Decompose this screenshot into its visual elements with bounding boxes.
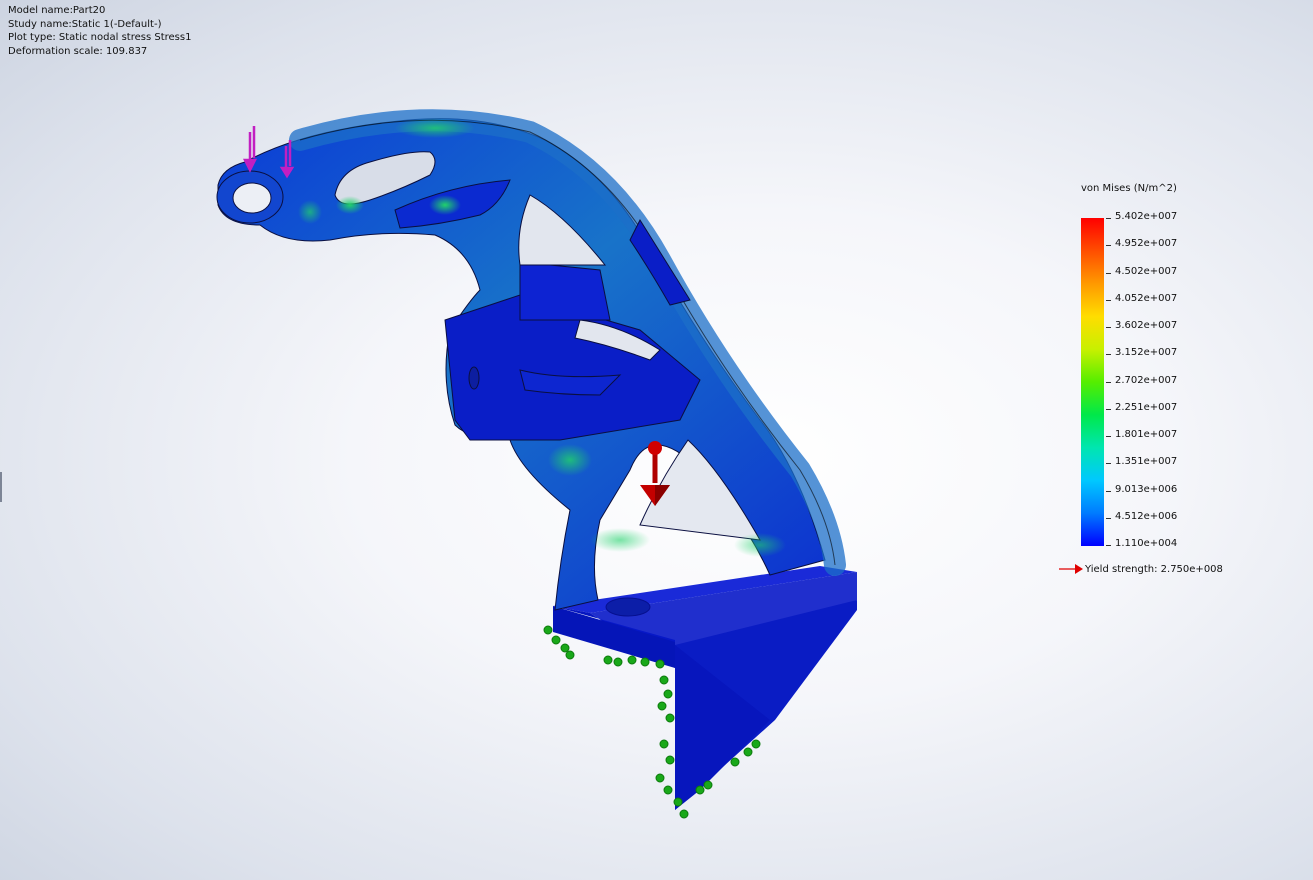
legend-tick	[1106, 354, 1111, 355]
legend-tick	[1106, 218, 1111, 219]
legend-tick	[1106, 409, 1111, 410]
legend-tick	[1106, 491, 1111, 492]
legend-tick-label: 2.251e+007	[1115, 402, 1178, 413]
legend-tick	[1106, 382, 1111, 383]
legend-tick-label: 9.013e+006	[1115, 484, 1178, 495]
stress-color-scale	[1081, 218, 1104, 546]
legend-tick-label: 4.502e+007	[1115, 266, 1178, 277]
yield-strength-indicator: Yield strength: 2.750e+008	[1059, 563, 1223, 575]
legend-tick-label: 4.952e+007	[1115, 238, 1178, 249]
legend-tick	[1106, 463, 1111, 464]
legend-tick	[1106, 436, 1111, 437]
mounting-eye	[216, 170, 284, 224]
legend-tick	[1106, 545, 1111, 546]
legend-tick-label: 3.602e+007	[1115, 320, 1178, 331]
bracket-body	[217, 109, 846, 611]
legend-tick-label: 4.512e+006	[1115, 511, 1178, 522]
legend-tick-label: 5.402e+007	[1115, 211, 1178, 222]
legend-tick	[1106, 273, 1111, 274]
yield-strength-label: Yield strength: 2.750e+008	[1085, 563, 1223, 575]
base-plate	[553, 566, 857, 810]
legend-tick	[1106, 518, 1111, 519]
legend-tick	[1106, 245, 1111, 246]
legend-tick-label: 4.052e+007	[1115, 293, 1178, 304]
legend-tick	[1106, 327, 1111, 328]
legend-tick-label: 1.110e+004	[1115, 538, 1178, 549]
legend-tick	[1106, 300, 1111, 301]
legend-tick-label: 1.801e+007	[1115, 429, 1178, 440]
yield-arrow-icon	[1059, 564, 1083, 574]
legend-title: von Mises (N/m^2)	[1081, 183, 1177, 194]
legend-tick-label: 1.351e+007	[1115, 456, 1178, 467]
stress-plot-viewport[interactable]	[0, 0, 1313, 880]
legend-tick-label: 3.152e+007	[1115, 347, 1178, 358]
legend-tick-label: 2.702e+007	[1115, 375, 1178, 386]
